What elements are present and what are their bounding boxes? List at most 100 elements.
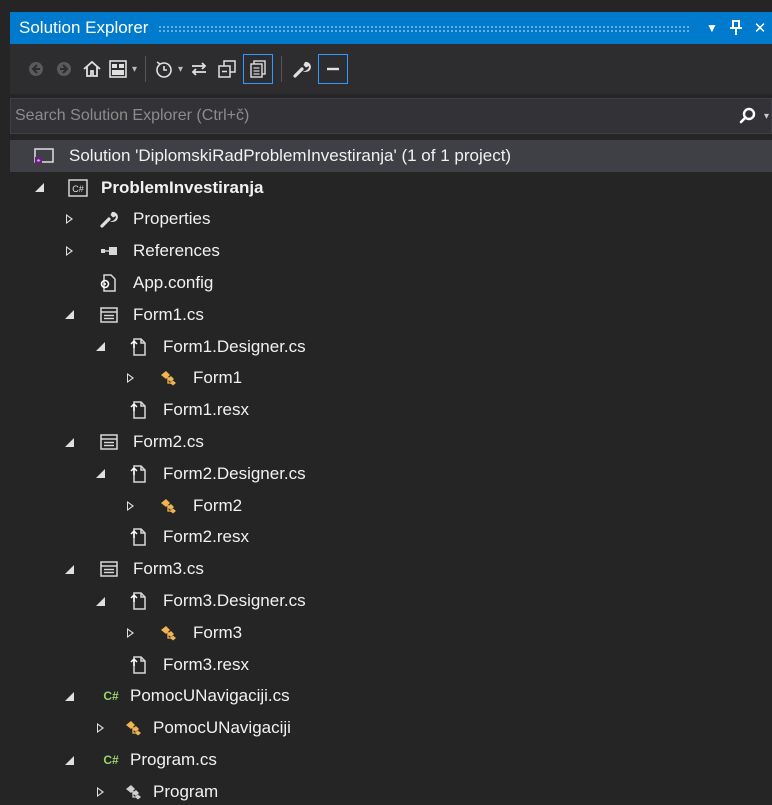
expanded-arrow-icon[interactable] [62,435,76,449]
sync-with-active-document-icon[interactable] [187,54,211,84]
close-icon[interactable]: ✕ [748,14,772,42]
resource-file-icon [129,655,149,675]
collapsed-arrow-icon[interactable] [123,499,137,513]
properties-icon[interactable] [290,54,314,84]
tree-item-label: Properties [133,209,211,229]
pending-changes-filter-icon[interactable]: ▾ [154,54,183,84]
form-icon [99,305,119,325]
window-position-dropdown-icon[interactable]: ▼ [700,14,724,42]
expanded-arrow-icon[interactable] [62,562,76,576]
tree-item-form3-class[interactable]: Form3 [10,617,772,649]
switch-views-dropdown-icon[interactable]: ▾ [132,64,137,75]
tree-item-label: Form1 [193,368,243,388]
tree-item-form1-class[interactable]: Form1 [10,363,772,395]
solution-icon [34,146,54,166]
code-file-icon [129,337,149,357]
pending-changes-dropdown-icon[interactable]: ▾ [178,64,183,75]
tree-item-label: Form2.Designer.cs [163,463,306,483]
collapsed-arrow-icon[interactable] [62,212,76,226]
class-icon [159,368,179,388]
tree-item-label: Program.cs [130,750,217,770]
tree-item-form2[interactable]: Form2.cs [10,426,772,458]
back-icon[interactable] [24,54,48,84]
tree-item-solution[interactable]: Solution 'DiplomskiRadProblemInvestiranj… [10,140,772,172]
tree-item-references[interactable]: References [10,235,772,267]
static-class-icon [124,782,144,802]
tree-item-form3[interactable]: Form3.cs [10,553,772,585]
panel-title-bar: Solution Explorer ▼ ✕ [10,12,772,44]
tree-item-label: ProblemInvestiranja [101,177,264,197]
resource-file-icon [129,527,149,547]
class-icon [159,496,179,516]
auto-hide-pin-icon[interactable] [724,14,748,42]
tree-item-program[interactable]: C# Program.cs [10,744,772,776]
tree-item-pomoc-class[interactable]: PomocUNavigaciji [10,712,772,744]
collapse-all-icon[interactable] [215,54,239,84]
csharp-file-icon: C# [103,689,119,704]
search-icon[interactable] [738,101,764,131]
collapsed-arrow-icon[interactable] [93,721,107,735]
tree-item-project[interactable]: C# ProblemInvestiranja [10,172,772,204]
tree-item-label: Form2.cs [133,432,204,452]
collapsed-arrow-icon[interactable] [93,785,107,799]
toolbar-separator [145,56,147,82]
collapsed-arrow-icon[interactable] [62,244,76,258]
preview-selected-items-icon[interactable] [318,54,349,84]
switch-views-icon[interactable]: ▾ [108,54,137,84]
tree-item-form1-resx[interactable]: Form1.resx [10,394,772,426]
tree-item-label: Form3 [193,622,243,642]
solution-tree: Solution 'DiplomskiRadProblemInvestiranj… [10,140,772,805]
tree-item-form2-designer[interactable]: Form2.Designer.cs [10,458,772,490]
search-options-dropdown-icon[interactable]: ▾ [764,111,769,122]
config-file-icon [99,273,119,293]
references-icon [99,241,119,261]
expanded-arrow-icon[interactable] [93,594,107,608]
tree-item-label: Form2.resx [163,527,249,547]
csharp-project-icon: C# [68,178,88,198]
code-file-icon [129,464,149,484]
search-box: ▾ [10,98,772,134]
home-icon[interactable] [80,54,104,84]
expanded-arrow-icon[interactable] [93,340,107,354]
tree-item-form2-resx[interactable]: Form2.resx [10,522,772,554]
code-file-icon [129,591,149,611]
tree-item-label: Form2 [193,495,243,515]
expanded-arrow-icon[interactable] [62,308,76,322]
tree-item-label: Form1.Designer.cs [163,336,306,356]
tree-item-app-config[interactable]: App.config [10,267,772,299]
tree-item-form2-class[interactable]: Form2 [10,490,772,522]
tree-item-label: Form1.cs [133,304,204,324]
collapsed-arrow-icon[interactable] [123,371,137,385]
expanded-arrow-icon[interactable] [62,753,76,767]
show-all-files-icon[interactable] [243,54,274,84]
panel-toolbar: ▾ ▾ [10,44,772,94]
tree-item-form3-designer[interactable]: Form3.Designer.cs [10,585,772,617]
tree-item-label: PomocUNavigaciji [153,718,291,738]
panel-title: Solution Explorer [19,18,149,37]
expanded-arrow-icon[interactable] [32,181,46,195]
tree-item-form3-resx[interactable]: Form3.resx [10,649,772,681]
tree-item-label: Form3.Designer.cs [163,591,306,611]
solution-explorer-panel: Solution Explorer ▼ ✕ ▾ ▾ Search Solutio… [0,0,772,805]
form-icon [99,432,119,452]
tree-item-label: Form3.cs [133,559,204,579]
tree-item-label: Program [153,781,219,801]
forward-icon[interactable] [52,54,76,84]
title-bar-grip[interactable] [158,24,690,32]
class-icon [159,623,179,643]
project-badge: C# [72,184,84,194]
search-input[interactable] [11,106,738,126]
tree-item-label: Solution 'DiplomskiRadProblemInvestiranj… [69,145,512,165]
resource-file-icon [129,400,149,420]
tree-item-form1-designer[interactable]: Form1.Designer.cs [10,331,772,363]
wrench-icon [99,209,119,229]
collapsed-arrow-icon[interactable] [123,626,137,640]
tree-item-program-class[interactable]: Program [10,776,772,805]
tree-item-form1[interactable]: Form1.cs [10,299,772,331]
csharp-file-icon: C# [103,753,119,768]
expanded-arrow-icon[interactable] [62,689,76,703]
tree-item-label: App.config [133,273,214,293]
tree-item-pomoc-u-navigaciji[interactable]: C# PomocUNavigaciji.cs [10,681,772,713]
expanded-arrow-icon[interactable] [93,467,107,481]
tree-item-properties[interactable]: Properties [10,204,772,236]
